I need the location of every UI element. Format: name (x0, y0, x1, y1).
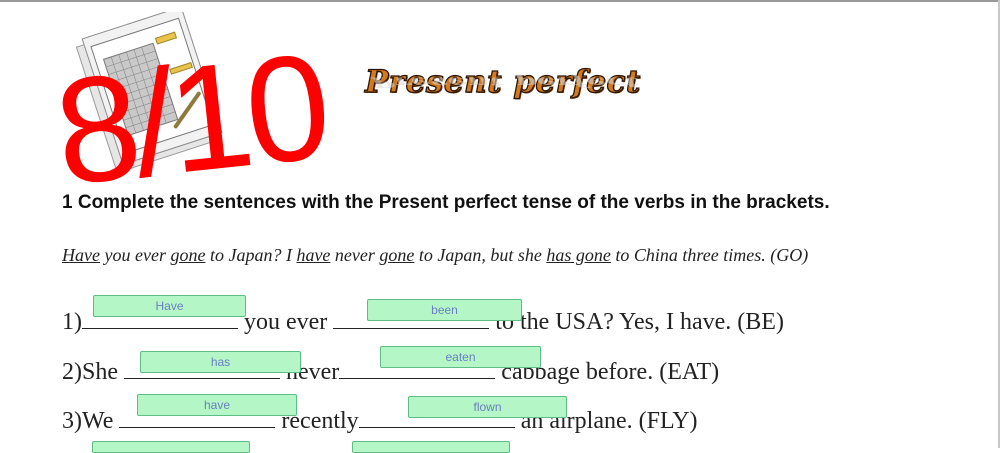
example-part: has gone (546, 245, 611, 265)
answer-input[interactable]: Have (93, 295, 246, 317)
example-sentence: Have you ever gone to Japan? I have neve… (62, 245, 808, 266)
answer-input[interactable]: been (367, 299, 522, 321)
question-number: 1) (62, 309, 82, 335)
question-text: you ever (244, 309, 328, 335)
example-part: gone (379, 245, 415, 265)
example-part: to Japan, but she (414, 245, 547, 265)
question-number: 3) (62, 408, 82, 434)
example-part: have (296, 245, 331, 265)
example-part: Have (62, 245, 100, 265)
example-part: to China three times. (GO) (610, 245, 809, 265)
answer-input[interactable]: eaten (380, 346, 541, 368)
answer-input[interactable] (352, 441, 510, 453)
answer-input[interactable]: has (140, 351, 301, 373)
answer-input[interactable]: have (137, 394, 297, 416)
exercise-instruction: 1 Complete the sentences with the Presen… (62, 192, 830, 213)
question-subject: We (82, 408, 114, 434)
answer-input[interactable]: flown (408, 396, 567, 418)
answer-input[interactable] (92, 441, 250, 453)
question-text: to the USA? Yes, I have. (BE) (495, 309, 784, 335)
question-number: 2) (62, 359, 82, 385)
page-title: Present perfect Present perfect (364, 63, 640, 100)
example-part: to Japan? I (205, 245, 297, 265)
question-subject: She (82, 359, 118, 385)
example-part: never (330, 245, 380, 265)
example-part: gone (170, 245, 206, 265)
title-reflection: Present perfect (371, 73, 640, 90)
score-mark: 8/10 (47, 21, 332, 217)
example-part: you ever (99, 245, 171, 265)
window-top-border (0, 0, 1000, 2)
